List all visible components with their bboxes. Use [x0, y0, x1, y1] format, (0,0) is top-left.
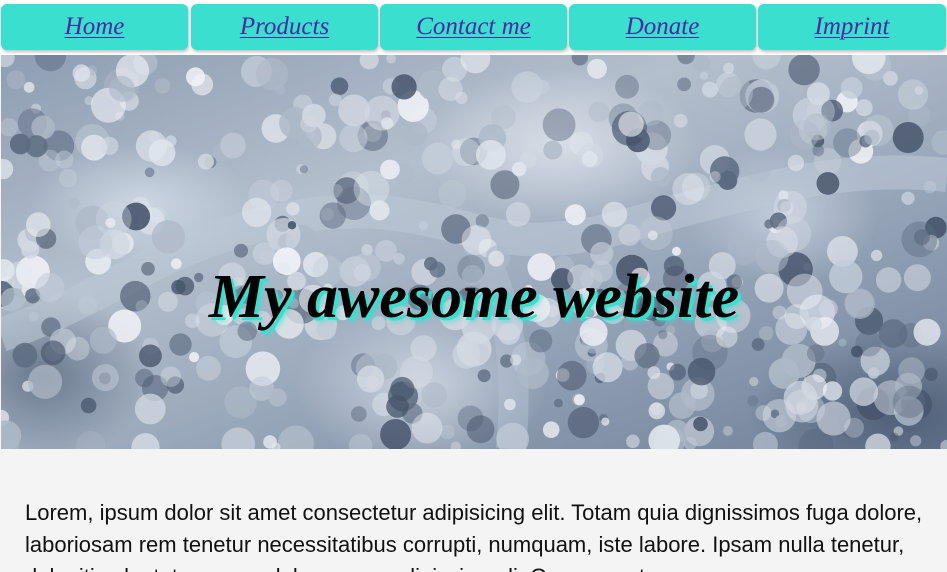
- main-navigation: Home Products Contact me Donate Imprint: [0, 0, 947, 55]
- nav-link-donate[interactable]: Donate: [569, 4, 756, 50]
- nav-link-donate-label: Donate: [625, 13, 700, 40]
- nav-link-products[interactable]: Products: [191, 4, 378, 50]
- nav-link-contact[interactable]: Contact me: [380, 4, 567, 50]
- nav-link-imprint[interactable]: Imprint: [758, 4, 946, 50]
- main-content: Lorem, ipsum dolor sit amet consectetur …: [1, 449, 947, 572]
- nav-link-products-label: Products: [239, 13, 330, 40]
- hero-background-image: [1, 55, 947, 449]
- hero-banner: My awesome website: [1, 55, 947, 449]
- intro-paragraph: Lorem, ipsum dolor sit amet consectetur …: [25, 500, 923, 572]
- nav-link-contact-label: Contact me: [416, 13, 531, 40]
- nav-link-imprint-label: Imprint: [814, 13, 890, 40]
- hero-title: My awesome website: [208, 263, 740, 331]
- nav-link-home[interactable]: Home: [1, 4, 188, 50]
- nav-link-home-label: Home: [64, 13, 125, 40]
